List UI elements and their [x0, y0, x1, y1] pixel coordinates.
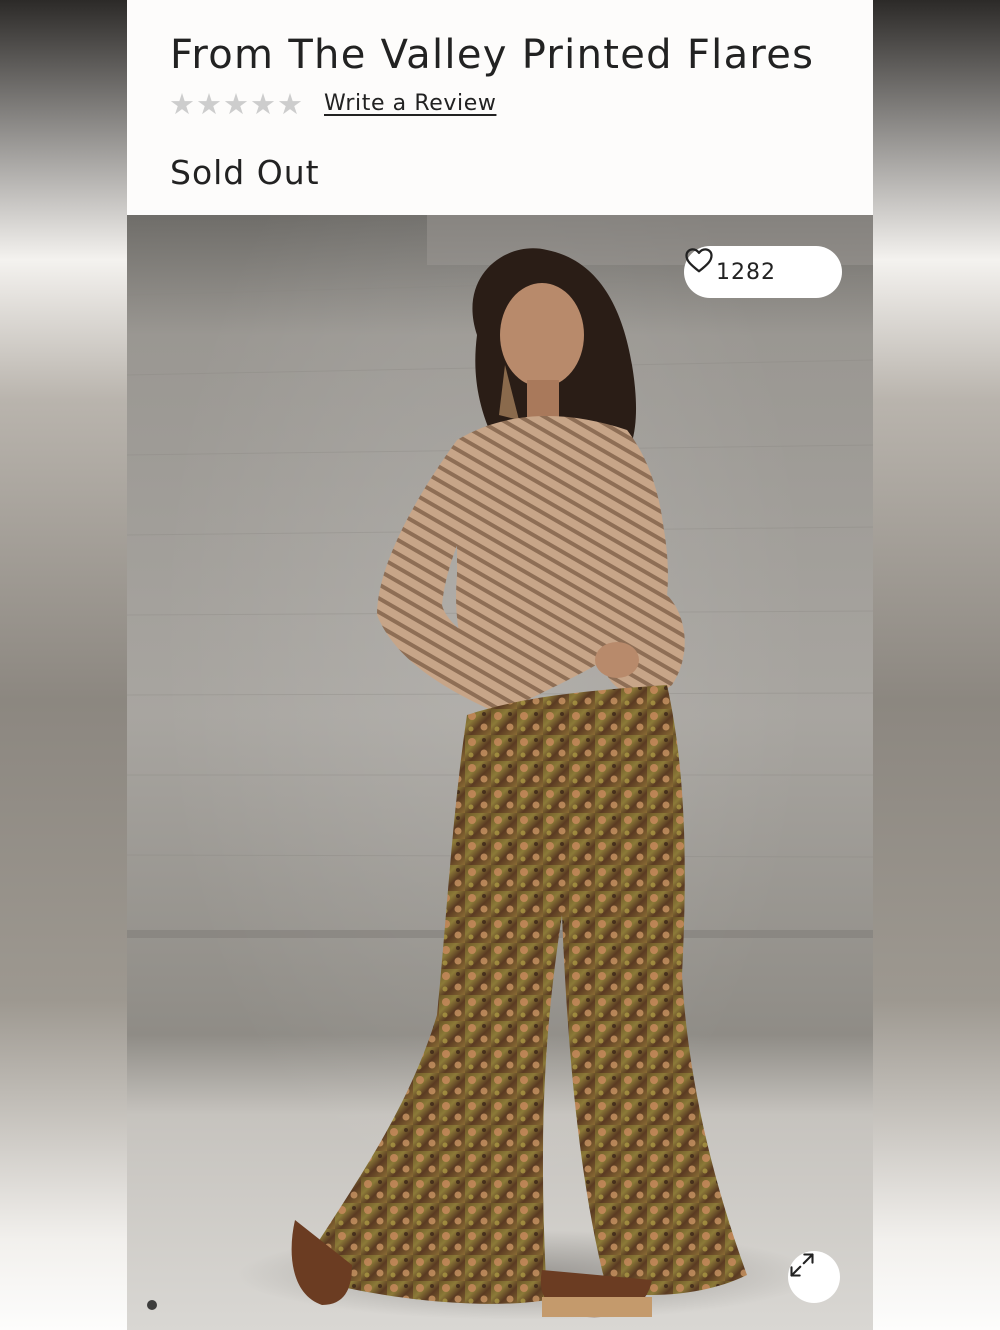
write-review-link[interactable]: Write a Review: [324, 91, 496, 116]
product-title: From The Valley Printed Flares: [170, 32, 815, 78]
star-icon: ★: [223, 87, 249, 121]
sold-out-status: Sold Out: [170, 153, 320, 192]
product-image[interactable]: 1282: [127, 215, 873, 1330]
product-header: From The Valley Printed Flares ★ ★ ★ ★ ★…: [127, 0, 873, 215]
heart-outline-icon: [685, 248, 816, 286]
model-photo-illustration: [127, 215, 873, 1320]
carousel-dot-active[interactable]: [147, 1300, 157, 1310]
expand-image-button[interactable]: [788, 1251, 840, 1303]
likes-count: 1282: [716, 259, 776, 285]
rating-stars: ★ ★ ★ ★ ★: [169, 87, 303, 121]
star-icon: ★: [196, 87, 222, 121]
star-icon: ★: [169, 87, 195, 121]
likes-button[interactable]: 1282: [684, 246, 842, 298]
star-icon: ★: [250, 87, 276, 121]
product-page: From The Valley Printed Flares ★ ★ ★ ★ ★…: [127, 0, 873, 1330]
star-icon: ★: [277, 87, 303, 121]
